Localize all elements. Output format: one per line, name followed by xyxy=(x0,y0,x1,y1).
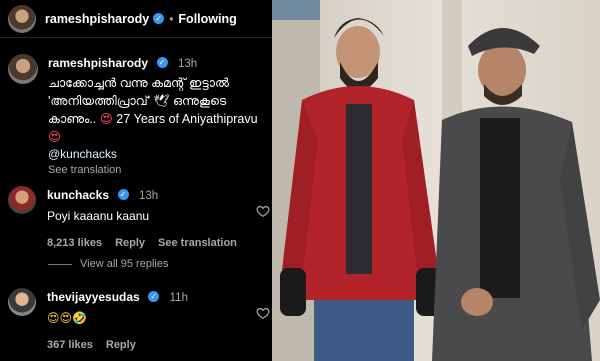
comment-text: 😍😍🤣 xyxy=(47,311,87,325)
post-caption: rameshpisharody ✓ 13h ചാക്കോച്ചൻ വന്നു ക… xyxy=(8,54,268,176)
replies-divider xyxy=(48,263,72,265)
caption-time: 13h xyxy=(177,58,198,70)
verified-badge-icon: ✓ xyxy=(153,13,165,24)
photo-illustration xyxy=(272,0,600,361)
verified-badge-icon: ✓ xyxy=(148,291,160,303)
comment-avatar[interactable] xyxy=(8,186,36,214)
comment-see-translation[interactable]: See translation xyxy=(158,237,237,249)
comment-meta: 8,213 likes Reply See translation xyxy=(47,237,243,249)
header-avatar[interactable] xyxy=(8,4,36,33)
caption-avatar[interactable] xyxy=(8,54,38,84)
caption-see-translation[interactable]: See translation xyxy=(48,164,268,176)
comment-likes[interactable]: 8,213 likes xyxy=(47,237,102,249)
post-header: rameshpisharody ✓ • Following xyxy=(0,0,272,38)
caption-username[interactable]: rameshpisharody xyxy=(48,56,148,70)
mention-link[interactable]: @kunchacks xyxy=(48,146,268,162)
caption-text-english: 27 Years of Aniyathipravu xyxy=(116,112,258,126)
following-button[interactable]: Following xyxy=(178,12,236,26)
comment-reply-button[interactable]: Reply xyxy=(106,339,136,351)
comment-body: kunchacks ✓ 13h Poyi kaaanu kaanu 8,213 … xyxy=(47,186,243,249)
comment-time: 11h xyxy=(169,292,188,304)
comment-body: thevijayyesudas ✓ 11h 😍😍🤣 367 likes Repl… xyxy=(47,288,243,351)
heart-eyes-emoji: 😍 xyxy=(99,112,113,126)
heart-outline-icon[interactable] xyxy=(256,204,270,218)
comment-time: 13h xyxy=(138,190,159,202)
comments-panel: rameshpisharody ✓ • Following rameshpish… xyxy=(0,0,272,361)
comment-meta: 367 likes Reply xyxy=(47,339,243,351)
verified-badge-icon: ✓ xyxy=(156,57,168,69)
view-replies-label: View all 95 replies xyxy=(80,258,169,270)
comment-text: Poyi kaaanu kaanu xyxy=(47,209,150,223)
separator-dot: • xyxy=(169,11,174,26)
view-replies-button[interactable]: View all 95 replies xyxy=(48,258,168,270)
comment-item: thevijayyesudas ✓ 11h 😍😍🤣 367 likes Repl… xyxy=(8,288,270,351)
comment-reply-button[interactable]: Reply xyxy=(115,237,145,249)
post-photo[interactable] xyxy=(272,0,600,361)
heart-eyes-emoji: 😍 xyxy=(48,130,62,144)
verified-badge-icon: ✓ xyxy=(117,189,129,201)
caption-text: ചാക്കോച്ചൻ വന്നു കമന്റ് ഇട്ടാൽ 'അനിയത്തി… xyxy=(48,74,268,162)
comment-likes[interactable]: 367 likes xyxy=(47,339,93,351)
caption-body: rameshpisharody ✓ 13h ചാക്കോച്ചൻ വന്നു ക… xyxy=(48,54,268,176)
comment-item: kunchacks ✓ 13h Poyi kaaanu kaanu 8,213 … xyxy=(8,186,270,249)
header-username[interactable]: rameshpisharody xyxy=(45,12,149,26)
heart-outline-icon[interactable] xyxy=(256,306,270,320)
comment-avatar[interactable] xyxy=(8,288,36,316)
comment-username[interactable]: thevijayyesudas xyxy=(47,290,140,304)
comment-username[interactable]: kunchacks xyxy=(47,188,109,202)
